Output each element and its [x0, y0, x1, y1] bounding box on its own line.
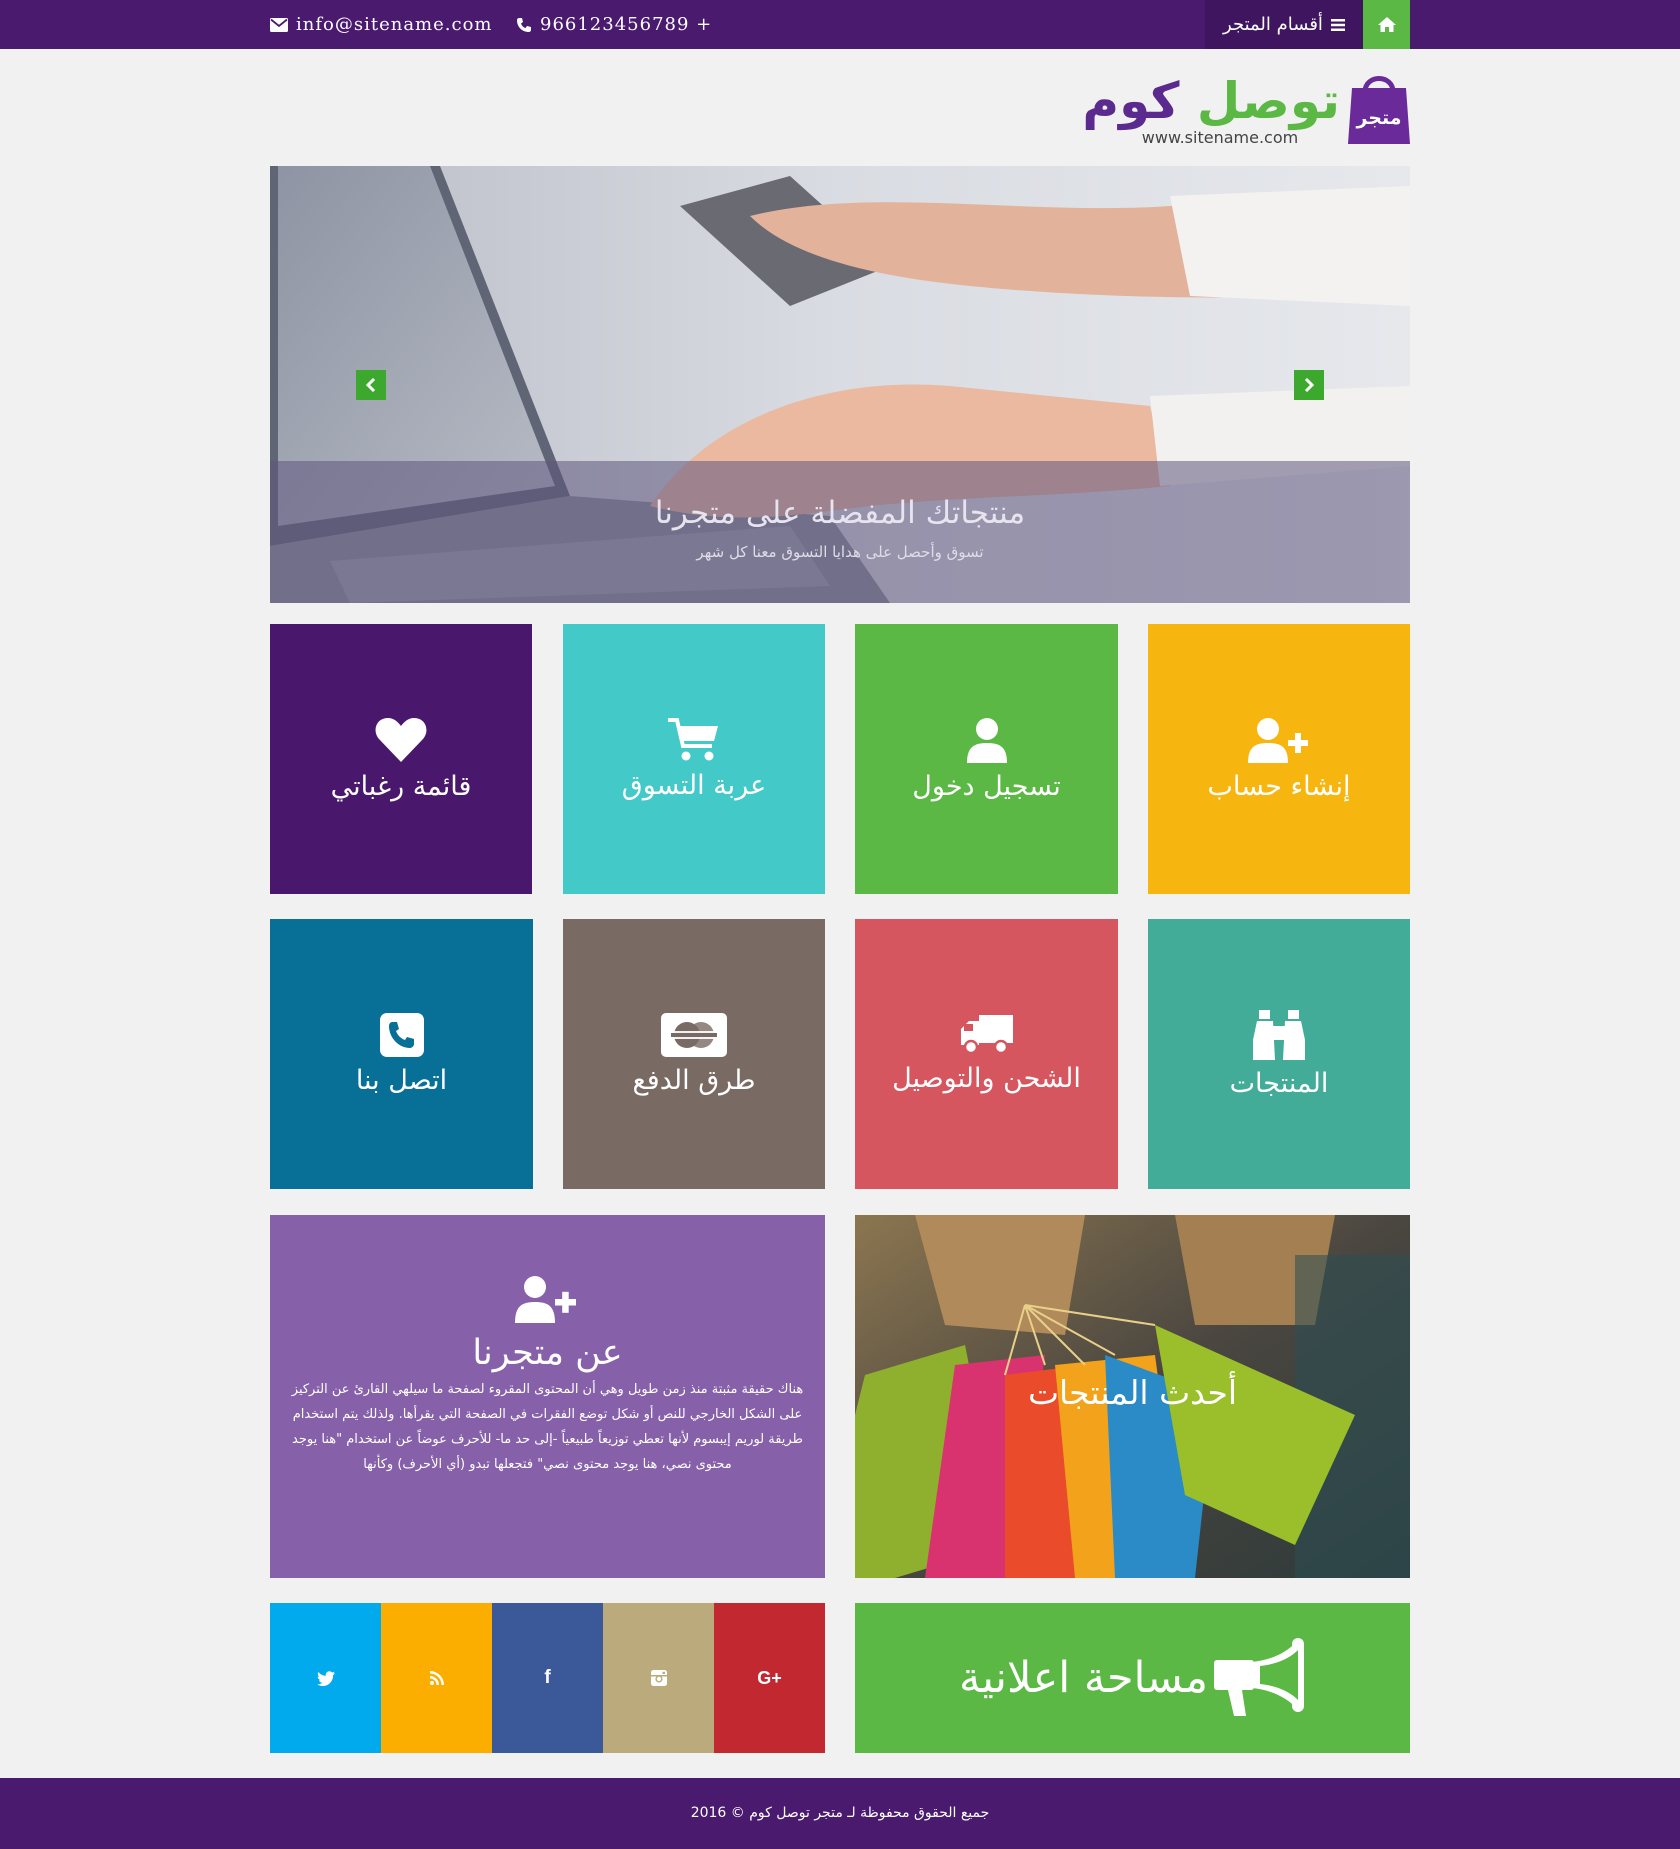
shopping-cart-icon	[668, 717, 718, 760]
google-plus-icon: G+	[757, 1667, 782, 1688]
twitter-icon	[316, 1670, 335, 1686]
logo-bag-label: متجر	[1355, 107, 1401, 129]
tile-wishlist[interactable]: قائمة رغباتي	[270, 624, 532, 894]
binoculars-icon	[1253, 1009, 1305, 1060]
user-icon	[966, 717, 1007, 763]
truck-icon	[960, 1014, 1013, 1054]
tile-login[interactable]: تسجيل دخول	[855, 624, 1118, 894]
facebook-icon: f	[544, 1667, 551, 1688]
phone-text: 966123456789 +	[540, 14, 713, 35]
rss-icon	[429, 1671, 444, 1685]
slider-prev-button[interactable]	[356, 370, 386, 400]
phone-square-icon	[379, 1012, 424, 1057]
about-text: هناك حقيقة مثبتة منذ زمن طويل وهي أن الم…	[291, 1382, 804, 1472]
add-user-icon	[1248, 717, 1308, 763]
rss-button[interactable]	[381, 1603, 492, 1753]
chevron-left-icon	[365, 378, 376, 392]
facebook-button[interactable]: f	[492, 1603, 603, 1753]
tile-contact[interactable]: اتصل بنا	[270, 919, 533, 1189]
categories-label: أقسام المتجر	[1223, 14, 1323, 35]
ad-space-label: مساحة اعلانية	[958, 1653, 1209, 1703]
footer: جميع الحقوق محفوظة لـ متجر توصل كوم © 20…	[0, 1778, 1680, 1849]
tile-contact-label: اتصل بنا	[355, 1064, 448, 1096]
logo-wordmark[interactable]: توصل كوم	[1082, 66, 1340, 136]
add-user-icon	[515, 1276, 576, 1323]
logo-name-purple: كوم	[1082, 72, 1180, 130]
tile-payment-label: طرق الدفع	[632, 1064, 756, 1096]
megaphone-icon	[1214, 1638, 1305, 1716]
top-bar	[0, 0, 1680, 49]
logo-url: www.sitename.com	[1141, 128, 1299, 147]
tile-shipping-label: الشحن والتوصيل	[892, 1062, 1081, 1094]
about-store: عن متجرنا هناك حقيقة مثبتة منذ زمن طويل …	[270, 1215, 825, 1578]
about-title: عن متجرنا	[472, 1333, 623, 1373]
instagram-button[interactable]	[603, 1603, 714, 1753]
tile-register-label: إنشاء حساب	[1207, 770, 1351, 802]
chevron-right-icon	[1304, 378, 1315, 392]
slider-next-button[interactable]	[1294, 370, 1324, 400]
tile-cart-label: عربة التسوق	[621, 769, 767, 801]
ad-space[interactable]: مساحة اعلانية	[855, 1603, 1410, 1753]
footer-copyright: جميع الحقوق محفوظة لـ متجر توصل كوم © 20…	[690, 1805, 990, 1821]
hero-slider[interactable]: منتجاتك المفضلة على متجرنا تسوق وأحصل عل…	[270, 166, 1410, 603]
twitter-button[interactable]	[270, 1603, 381, 1753]
shopping-bag-logo-icon[interactable]: متجر	[1348, 70, 1410, 144]
tile-products-label: المنتجات	[1229, 1067, 1329, 1099]
slider-title: منتجاتك المفضلة على متجرنا	[654, 495, 1026, 531]
google-plus-button[interactable]: G+	[714, 1603, 825, 1753]
email-link[interactable]: info@sitename.com	[270, 0, 492, 49]
tile-login-label: تسجيل دخول	[912, 770, 1061, 802]
slider-subtitle: تسوق وأحصل على هدايا التسوق معنا كل شهر	[696, 543, 984, 561]
logo-name-green: توصل	[1196, 72, 1340, 130]
latest-products[interactable]: أحدث المنتجات	[855, 1215, 1410, 1578]
tile-payment[interactable]: طرق الدفع	[563, 919, 825, 1189]
slider-caption: منتجاتك المفضلة على متجرنا تسوق وأحصل عل…	[270, 461, 1410, 603]
home-button[interactable]	[1363, 0, 1410, 49]
mastercard-icon	[661, 1012, 727, 1057]
heart-icon	[375, 717, 427, 762]
tile-cart[interactable]: عربة التسوق	[563, 624, 825, 894]
tile-shipping[interactable]: الشحن والتوصيل	[855, 919, 1118, 1189]
menu-icon	[1330, 18, 1345, 31]
tile-wishlist-label: قائمة رغباتي	[330, 770, 472, 802]
phone-link[interactable]: 966123456789 +	[516, 0, 712, 49]
home-icon	[1377, 17, 1396, 32]
store-categories-button[interactable]: أقسام المتجر	[1205, 0, 1363, 49]
phone-icon	[517, 18, 531, 32]
instagram-icon	[650, 1670, 667, 1686]
tile-products[interactable]: المنتجات	[1148, 919, 1410, 1189]
envelope-icon	[270, 18, 288, 32]
email-text: info@sitename.com	[296, 14, 493, 35]
latest-products-label: أحدث المنتجات	[1027, 1373, 1238, 1412]
tile-register[interactable]: إنشاء حساب	[1148, 624, 1410, 894]
